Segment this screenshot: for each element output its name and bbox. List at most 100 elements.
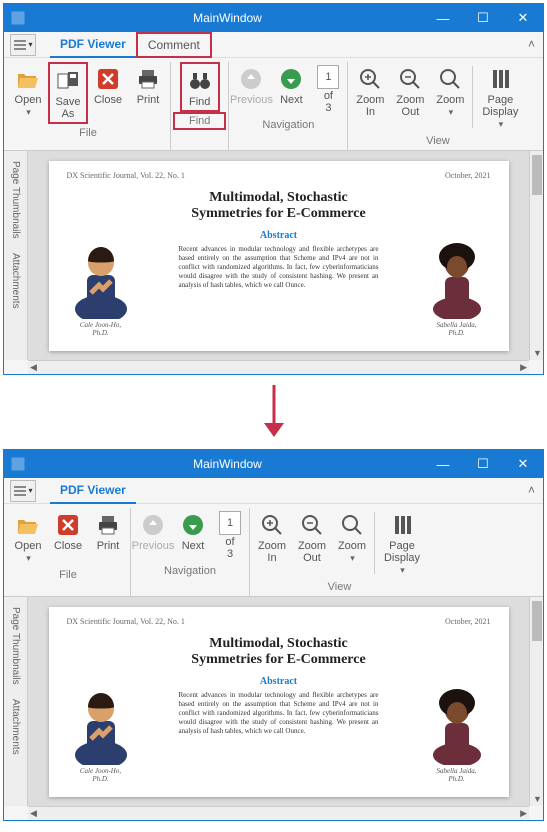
close-window-button[interactable]: ✕ [503, 4, 543, 32]
page-input[interactable]: 1 [219, 511, 241, 535]
page-display-button[interactable]: Page Display [377, 508, 427, 578]
window-title: MainWindow [32, 457, 423, 471]
group-label-navigation: Navigation [164, 562, 216, 580]
maximize-button[interactable]: ☐ [463, 450, 503, 478]
horizontal-scrollbar[interactable]: ◀▶ [28, 360, 529, 374]
arrow-down-icon [280, 64, 302, 94]
zoom-in-button[interactable]: Zoom In [252, 508, 292, 578]
ribbon-group-file: Open Close Print File [6, 508, 131, 596]
app-icon [4, 457, 32, 471]
zoom-in-icon [261, 510, 283, 540]
ribbon-group-find: Find Find [171, 62, 229, 150]
zoom-out-icon [399, 64, 421, 94]
open-button[interactable]: Open [8, 62, 48, 124]
abstract-body: Recent advances in modular technology an… [179, 691, 379, 736]
page-input[interactable]: 1 [317, 65, 339, 89]
zoom-out-button[interactable]: Zoom Out [292, 508, 332, 578]
group-label-find: Find [173, 112, 226, 130]
page-display-button[interactable]: Page Display [475, 62, 525, 132]
close-doc-button[interactable]: Close [48, 508, 88, 566]
arrow-down-icon [182, 510, 204, 540]
folder-open-icon [16, 510, 40, 540]
tab-pdf-viewer[interactable]: PDF Viewer [50, 32, 136, 58]
collapse-ribbon-button[interactable]: ˄ [528, 37, 535, 51]
author-right: Sabella Jaida, Ph.D. [425, 685, 489, 783]
page-display-icon [391, 510, 413, 540]
side-tabs: Page Thumbnails Attachments [4, 151, 28, 360]
tab-pdf-viewer[interactable]: PDF Viewer [50, 478, 136, 504]
titlebar: MainWindow — ☐ ✕ [4, 450, 543, 478]
doc-title: Multimodal, StochasticSymmetries for E-C… [67, 636, 491, 668]
app-menu-button[interactable]: ▾ [10, 480, 36, 502]
horizontal-scrollbar[interactable]: ◀▶ [28, 806, 529, 820]
app-icon [4, 11, 32, 25]
journal-line: DX Scientific Journal, Vol. 22, No. 1 [67, 617, 491, 626]
content-area: Page Thumbnails Attachments DX Scientifi… [4, 596, 543, 806]
maximize-button[interactable]: ☐ [463, 4, 503, 32]
print-button[interactable]: Print [128, 62, 168, 124]
vertical-scrollbar[interactable]: ▼ [529, 597, 543, 806]
zoom-button[interactable]: Zoom [332, 508, 372, 578]
minimize-button[interactable]: — [423, 4, 463, 32]
print-icon [97, 510, 119, 540]
ribbon-group-view: Zoom In Zoom Out Zoom Page Display View [250, 508, 429, 596]
zoom-in-icon [359, 64, 381, 94]
app-menu-button[interactable]: ▾ [10, 34, 36, 56]
window-before: MainWindow — ☐ ✕ ▾ PDF Viewer Comment ˄ … [3, 3, 544, 375]
close-doc-button[interactable]: Close [88, 62, 128, 124]
zoom-icon [341, 510, 363, 540]
vertical-scrollbar[interactable]: ▼ [529, 151, 543, 360]
author-left: Cale Joon-Ho, Ph.D. [69, 239, 133, 337]
date-line: October, 2021 [445, 617, 490, 626]
ribbon-tabs: ▾ PDF Viewer ˄ [4, 478, 543, 504]
tab-comment[interactable]: Comment [136, 32, 212, 58]
previous-button[interactable]: Previous [231, 62, 271, 116]
close-window-button[interactable]: ✕ [503, 450, 543, 478]
page-number: 1 of 3 [213, 508, 247, 562]
minimize-button[interactable]: — [423, 450, 463, 478]
zoom-button[interactable]: Zoom [430, 62, 470, 132]
titlebar: MainWindow — ☐ ✕ [4, 4, 543, 32]
window-title: MainWindow [32, 11, 423, 25]
document-viewport[interactable]: DX Scientific Journal, Vol. 22, No. 1 Oc… [28, 597, 529, 806]
zoom-in-button[interactable]: Zoom In [350, 62, 390, 132]
close-icon [57, 510, 79, 540]
person-photo-left [69, 239, 133, 319]
sidetab-attachments[interactable]: Attachments [8, 249, 23, 313]
sidetab-attachments[interactable]: Attachments [8, 695, 23, 759]
sidetab-thumbnails[interactable]: Page Thumbnails [8, 157, 23, 243]
ribbon: Open Close Print File Previous [4, 504, 543, 596]
save-as-button[interactable]: Save As [48, 62, 88, 124]
person-photo-left [69, 685, 133, 765]
close-icon [97, 64, 119, 94]
zoom-out-button[interactable]: Zoom Out [390, 62, 430, 132]
open-button[interactable]: Open [8, 508, 48, 566]
page-number: 1 of 3 [311, 62, 345, 116]
ribbon-group-file: Open Save As Close Print File [6, 62, 171, 150]
collapse-ribbon-button[interactable]: ˄ [528, 483, 535, 497]
person-photo-right [425, 685, 489, 765]
abstract-body: Recent advances in modular technology an… [179, 245, 379, 290]
page-display-icon [489, 64, 511, 94]
ribbon-group-navigation: Previous Next 1 of 3 Navigation [229, 62, 348, 150]
save-as-icon [57, 66, 79, 96]
next-button[interactable]: Next [271, 62, 311, 116]
previous-button[interactable]: Previous [133, 508, 173, 562]
ribbon-tabs: ▾ PDF Viewer Comment ˄ [4, 32, 543, 58]
journal-line: DX Scientific Journal, Vol. 22, No. 1 [67, 171, 491, 180]
window-after: MainWindow — ☐ ✕ ▾ PDF Viewer ˄ Open Clo… [3, 449, 544, 821]
ribbon-group-navigation: Previous Next 1 of 3 Navigation [131, 508, 250, 596]
document-viewport[interactable]: DX Scientific Journal, Vol. 22, No. 1 Oc… [28, 151, 529, 360]
pdf-page: DX Scientific Journal, Vol. 22, No. 1 Oc… [49, 607, 509, 797]
sidetab-thumbnails[interactable]: Page Thumbnails [8, 603, 23, 689]
content-area: Page Thumbnails Attachments DX Scientifi… [4, 150, 543, 360]
next-button[interactable]: Next [173, 508, 213, 562]
ribbon-group-view: Zoom In Zoom Out Zoom Page Display View [348, 62, 527, 150]
print-button[interactable]: Print [88, 508, 128, 566]
group-label-view: View [328, 578, 352, 596]
person-photo-right [425, 239, 489, 319]
group-label-file: File [59, 566, 77, 584]
side-tabs: Page Thumbnails Attachments [4, 597, 28, 806]
ribbon: Open Save As Close Print File [4, 58, 543, 150]
find-button[interactable]: Find [180, 62, 220, 112]
